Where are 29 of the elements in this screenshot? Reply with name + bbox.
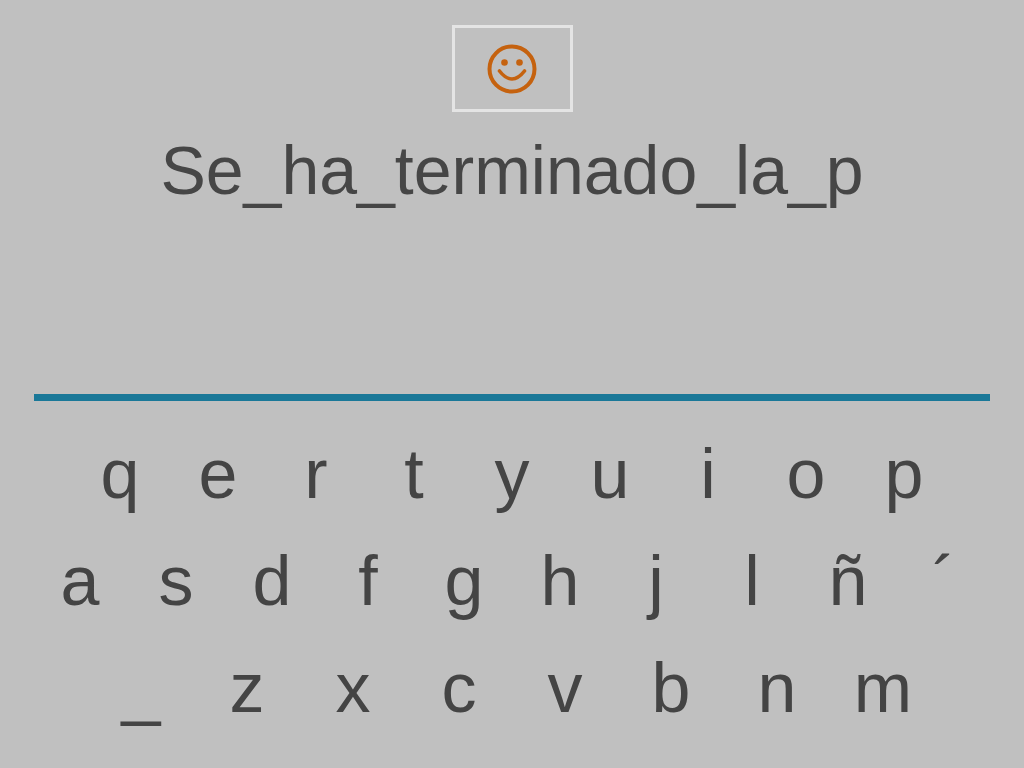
keyboard-key[interactable]: j (608, 538, 704, 623)
keyboard-key[interactable]: i (659, 431, 757, 516)
keyboard-key[interactable]: _ (88, 645, 194, 730)
keyboard-key[interactable]: z (194, 645, 300, 730)
keyboard-key[interactable]: f (320, 538, 416, 623)
keyboard-key[interactable]: d (224, 538, 320, 623)
keyboard-key[interactable]: r (267, 431, 365, 516)
keyboard-key[interactable]: q (71, 431, 169, 516)
keyboard-key[interactable]: c (406, 645, 512, 730)
keyboard-key[interactable]: s (128, 538, 224, 623)
keyboard-key[interactable]: ñ (800, 538, 896, 623)
keyboard-key[interactable]: g (416, 538, 512, 623)
keyboard-key[interactable]: l (704, 538, 800, 623)
keyboard-key[interactable]: t (365, 431, 463, 516)
keyboard-key[interactable]: v (512, 645, 618, 730)
keyboard-key[interactable]: n (724, 645, 830, 730)
keyboard-key[interactable]: e (169, 431, 267, 516)
keyboard-key[interactable]: o (757, 431, 855, 516)
keyboard-key[interactable]: p (855, 431, 953, 516)
keyboard-key[interactable]: a (32, 538, 128, 623)
keyboard-key[interactable]: y (463, 431, 561, 516)
answer-text: Se_ha_terminado_la_p (160, 131, 864, 210)
keyboard-key[interactable]: m (830, 645, 936, 730)
keyboard-key[interactable]: u (561, 431, 659, 516)
keyboard-key[interactable]: x (300, 645, 406, 730)
keyboard-key[interactable]: ´ (896, 538, 992, 623)
keyboard-key[interactable]: b (618, 645, 724, 730)
keyboard-key[interactable]: h (512, 538, 608, 623)
smiley-face-icon (487, 43, 537, 94)
